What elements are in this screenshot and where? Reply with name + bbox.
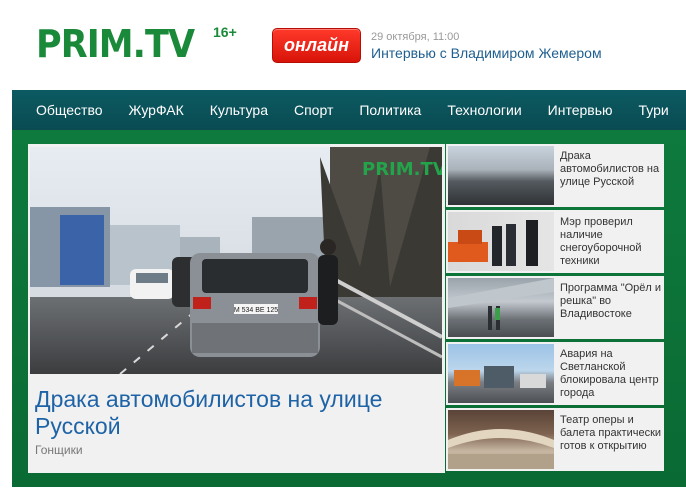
photo-watermark: PRIM.TV <box>362 159 442 180</box>
nav-item-kultura[interactable]: Культура <box>197 90 281 130</box>
live-show-link[interactable]: Интервью с Владимиром Жемером <box>371 45 602 61</box>
side-news-item[interactable]: Мэр проверил наличие снегоуборочной техн… <box>446 210 664 273</box>
age-rating: 16+ <box>213 24 237 40</box>
side-news-title[interactable]: Театр оперы и балета практически готов к… <box>560 414 662 453</box>
side-news-title[interactable]: Мэр проверил наличие снегоуборочной техн… <box>560 216 662 268</box>
traffic-scene-image: М 534 ВЕ 125 PRIM.TV <box>30 147 442 374</box>
side-news-title[interactable]: Авария на Светланской блокировала центр … <box>560 348 662 400</box>
side-news-list: Драка автомобилистов на улице Русской Мэ… <box>446 144 664 475</box>
site-logo[interactable]: PRIM.TV 16+ <box>36 22 237 68</box>
nav-item-sport[interactable]: Спорт <box>281 90 346 130</box>
side-news-thumbnail[interactable] <box>448 212 554 271</box>
theater-hall-image <box>448 429 554 469</box>
side-news-thumbnail[interactable] <box>448 278 554 337</box>
side-news-item[interactable]: Авария на Светланской блокировала центр … <box>446 342 664 405</box>
nav-item-politika[interactable]: Политика <box>346 90 434 130</box>
side-news-thumbnail[interactable] <box>448 410 554 469</box>
side-news-title[interactable]: Драка автомобилистов на улице Русской <box>560 150 662 189</box>
featured-title[interactable]: Драка автомобилистов на улице Русской <box>35 386 435 440</box>
featured-photo[interactable]: М 534 ВЕ 125 PRIM.TV <box>30 147 442 374</box>
snow-equipment-image <box>448 220 538 266</box>
side-news-item[interactable]: Театр оперы и балета практически готов к… <box>446 408 664 471</box>
nav-item-tekhnologii[interactable]: Технологии <box>434 90 534 130</box>
side-news-item[interactable]: Программа "Орёл и решка" во Владивостоке <box>446 276 664 339</box>
featured-news[interactable]: М 534 ВЕ 125 PRIM.TV Драка автомобилисто… <box>28 144 445 473</box>
site-header: PRIM.TV 16+ онлайн 29 октября, 11:00 Инт… <box>0 0 686 90</box>
logo-text: PRIM.TV <box>36 22 195 66</box>
side-news-thumbnail[interactable] <box>448 146 554 205</box>
street-accident-image <box>454 366 546 388</box>
nav-item-turi[interactable]: Тури <box>626 90 682 130</box>
live-date: 29 октября, 11:00 <box>371 31 460 43</box>
featured-category[interactable]: Гонщики <box>35 443 83 457</box>
nav-item-intervyu[interactable]: Интервью <box>535 90 626 130</box>
online-button[interactable]: онлайн <box>272 28 361 63</box>
nav-item-obshchestvo[interactable]: Общество <box>12 90 116 130</box>
main-nav: Общество ЖурФАК Культура Спорт Политика … <box>12 90 686 130</box>
content-area: М 534 ВЕ 125 PRIM.TV Драка автомобилисто… <box>12 130 686 487</box>
side-news-item[interactable]: Драка автомобилистов на улице Русской <box>446 144 664 207</box>
nav-item-zhurfak[interactable]: ЖурФАК <box>116 90 197 130</box>
side-news-thumbnail[interactable] <box>448 344 554 403</box>
airport-hall-image <box>448 278 554 330</box>
side-news-title[interactable]: Программа "Орёл и решка" во Владивостоке <box>560 282 662 321</box>
license-plate: М 534 ВЕ 125 <box>234 307 278 314</box>
